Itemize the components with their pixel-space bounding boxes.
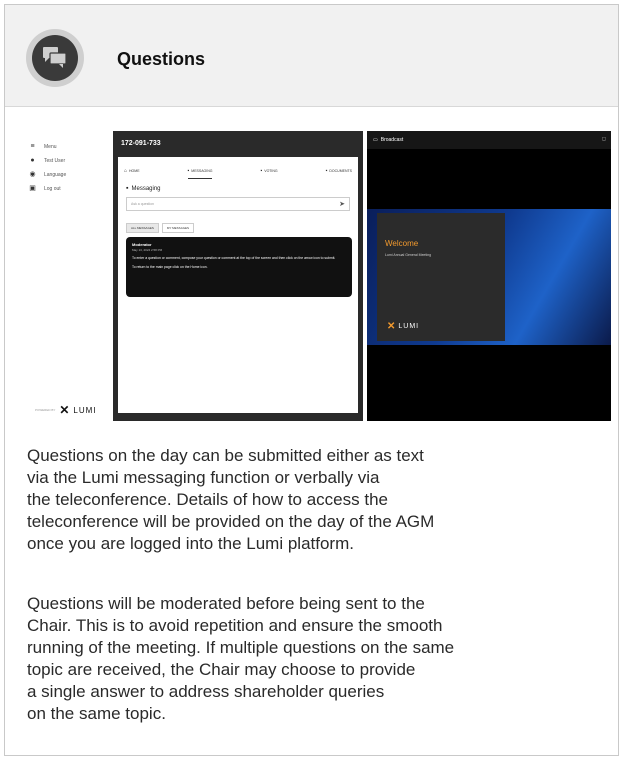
meeting-id: 172-091-733 <box>121 140 161 147</box>
home-icon: ⌂ <box>124 168 128 174</box>
messaging-panel: ⌂ HOME ▪ MESSAGING ▪ VOTING ▪ DOCUMENTS ▪ Me… <box>118 157 358 413</box>
tab-voting: ▪ VOTING <box>260 165 277 179</box>
sidebar-item-label: Menu <box>44 143 57 150</box>
broadcast-bar: ▭ Broadcast ◻ <box>367 131 611 149</box>
text-line: Chair. This is to avoid repetition and e… <box>27 616 443 635</box>
platform-screenshot: ≡ Menu ● Test User ◉ Language ▣ Log out … <box>25 131 611 421</box>
ballot-icon: ▪ <box>260 168 263 174</box>
sidebar-item-logout: ▣ Log out <box>29 185 61 192</box>
sidebar-item-label: Test User <box>44 157 66 164</box>
text-line: the teleconference. Details of how to ac… <box>27 490 388 509</box>
messaging-heading: ▪ Messaging <box>126 185 161 192</box>
lumi-mark-icon: ✕ <box>387 321 396 332</box>
sidebar-item-label: Log out <box>44 185 61 192</box>
lumi-wordmark: LUMI <box>398 323 420 330</box>
tab-home: ⌂ HOME <box>124 165 140 179</box>
sidebar-item-label: Language <box>44 171 67 178</box>
message-text: To enter a question or comment, compose … <box>132 256 336 260</box>
menu-icon: ≡ <box>30 143 35 150</box>
broadcast-frame: ▭ Broadcast ◻ Welcome Lumi Annual Genera… <box>367 131 611 421</box>
sidebar-item-menu: ≡ Menu <box>29 143 57 150</box>
tab-documents: ▪ DOCUMENTS <box>326 165 352 179</box>
chat-bubbles-icon <box>26 29 84 87</box>
text-line: running of the meeting. If multiple ques… <box>27 638 455 657</box>
lumi-wordmark: LUMI <box>73 405 97 415</box>
message-date: May 13, 2024 2:58 PM <box>132 247 163 252</box>
text-line: topic are received, the Chair may choose… <box>27 660 416 679</box>
paragraph-moderation: Questions will be moderated before being… <box>27 593 454 725</box>
platform-sidebar: ≡ Menu ● Test User ◉ Language ▣ Log out … <box>25 131 107 421</box>
sidebar-item-language: ◉ Language <box>29 171 66 178</box>
broadcast-video: Welcome Lumi Annual General Meeting ✕ LU… <box>367 209 611 345</box>
user-icon: ● <box>30 157 35 164</box>
ask-placeholder: Ask a question <box>131 202 154 206</box>
slide-subtitle: Lumi Annual General Meeting <box>385 253 432 257</box>
slide-title: Welcome <box>385 239 419 248</box>
tab-messaging: ▪ MESSAGING <box>187 165 213 179</box>
logout-icon: ▣ <box>29 185 36 192</box>
broadcast-title: Broadcast <box>380 137 404 143</box>
text-line: via the Lumi messaging function or verba… <box>27 468 380 487</box>
text-line: on the same topic. <box>27 704 166 723</box>
tab-label: HOME <box>129 169 140 173</box>
messaging-frame: 172-091-733 ⌂ HOME ▪ MESSAGING ▪ VOTING ▪ DO… <box>113 131 363 421</box>
card-header: Questions <box>5 5 618 107</box>
chat-icon: ▪ <box>126 185 129 192</box>
chat-icon: ▪ <box>187 167 190 174</box>
moderator-message: Moderator May 13, 2024 2:58 PM To enter … <box>126 237 352 297</box>
paragraph-submission: Questions on the day can be submitted ei… <box>27 445 434 555</box>
tab-label: MESSAGING <box>191 168 213 173</box>
welcome-slide: Welcome Lumi Annual General Meeting ✕ LU… <box>377 213 505 341</box>
messaging-title: Messaging <box>131 185 161 192</box>
questions-card: Questions ≡ Menu ● Test User ◉ Language … <box>4 4 619 756</box>
expand-icon: ◻ <box>601 136 606 142</box>
text-line: a single answer to address shareholder q… <box>27 682 385 701</box>
tab-my-messages: MY MESSAGES <box>161 223 195 233</box>
ask-question-input: Ask a question ➤ <box>126 197 350 211</box>
text-line: once you are logged into the Lumi platfo… <box>27 534 354 553</box>
lumi-mark-icon: ✕ <box>59 403 70 417</box>
tab-all-messages: ALL MESSAGES <box>126 223 159 233</box>
message-text: To return to the main page click on the … <box>132 264 208 269</box>
text-line: Questions will be moderated before being… <box>27 594 425 613</box>
send-arrow-icon: ➤ <box>339 201 345 208</box>
slide-logo: ✕ LUMI <box>387 321 419 332</box>
tab-label: DOCUMENTS <box>329 169 352 173</box>
globe-icon: ◉ <box>29 171 36 178</box>
sidebar-item-user: ● Test User <box>29 157 65 164</box>
message-tabs: ALL MESSAGES MY MESSAGES <box>126 223 195 233</box>
text-line: Questions on the day can be submitted ei… <box>27 446 424 465</box>
tab-label: VOTING <box>264 169 278 173</box>
powered-by-label: POWERED BY <box>35 408 56 412</box>
nav-tabs: ⌂ HOME ▪ MESSAGING ▪ VOTING ▪ DOCUMENTS <box>124 165 352 179</box>
sidebar-logo: POWERED BY ✕ LUMI <box>35 403 97 417</box>
page-title: Questions <box>117 49 206 69</box>
screen-icon: ▭ <box>373 137 378 143</box>
text-line: teleconference will be provided on the d… <box>27 512 435 531</box>
document-icon: ▪ <box>325 168 328 174</box>
